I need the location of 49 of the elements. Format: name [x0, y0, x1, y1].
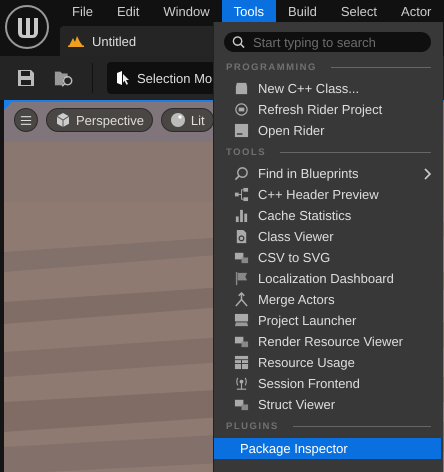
menu-item[interactable]: Build [276, 0, 329, 22]
menu-item[interactable]: Merge Actors [214, 289, 441, 310]
menu-item[interactable]: Window [151, 0, 222, 22]
cube-icon [55, 112, 71, 128]
menu-item[interactable]: Package Inspector [214, 438, 441, 459]
section-heading: PLUGINS [226, 420, 279, 432]
table-icon [234, 355, 249, 370]
bar-chart-icon [234, 208, 249, 223]
menu-icon [20, 114, 32, 126]
cursor-icon [115, 70, 131, 86]
menu-item[interactable]: C++ Header Preview [214, 184, 441, 205]
document-icon [234, 229, 249, 244]
menu-item[interactable]: Select [328, 0, 390, 22]
search-icon [234, 166, 249, 181]
menu-item[interactable]: Class Viewer [214, 226, 441, 247]
broadcast-icon [234, 376, 249, 391]
menu-item[interactable]: Find in Blueprints [214, 163, 441, 184]
menu-item[interactable]: Session Frontend [214, 373, 441, 394]
menu-item[interactable]: Actor [389, 0, 444, 22]
menu-item[interactable]: Open Rider [214, 120, 441, 141]
windows-icon [234, 397, 249, 412]
menu-item[interactable]: Refresh Rider Project [214, 99, 441, 120]
menu-item[interactable]: Render Resource Viewer [214, 331, 441, 352]
menu-item[interactable]: Edit [104, 0, 152, 22]
menu-item[interactable]: Resource Usage [214, 352, 441, 373]
sphere-icon [170, 112, 186, 128]
menu-item[interactable]: Cache Statistics [214, 205, 441, 226]
section-heading: TOOLS [226, 146, 266, 158]
save-icon[interactable] [16, 68, 36, 88]
box-icon [234, 81, 249, 96]
lit-button[interactable]: Lit [160, 108, 214, 132]
menu-item[interactable]: File [60, 0, 105, 22]
logo-icon[interactable] [4, 4, 50, 50]
menu-item[interactable]: CSV to SVG [214, 247, 441, 268]
tab-title: Untitled [92, 34, 136, 48]
perspective-button[interactable]: Perspective [46, 108, 153, 132]
chevron-right-icon [423, 168, 431, 180]
windows-icon [234, 334, 249, 349]
level-icon [68, 35, 84, 47]
flag-icon [234, 271, 249, 286]
menu-item[interactable]: Tools [222, 0, 276, 22]
nodes-icon [234, 187, 249, 202]
menu-item[interactable]: Struct Viewer [214, 394, 441, 415]
windows-icon [234, 250, 249, 265]
menu-item[interactable]: Localization Dashboard [214, 268, 441, 289]
menu-item[interactable]: Project Launcher [214, 310, 441, 331]
search-field[interactable]: Start typing to search [224, 32, 431, 52]
search-icon [232, 35, 245, 49]
merge-icon [234, 292, 249, 307]
